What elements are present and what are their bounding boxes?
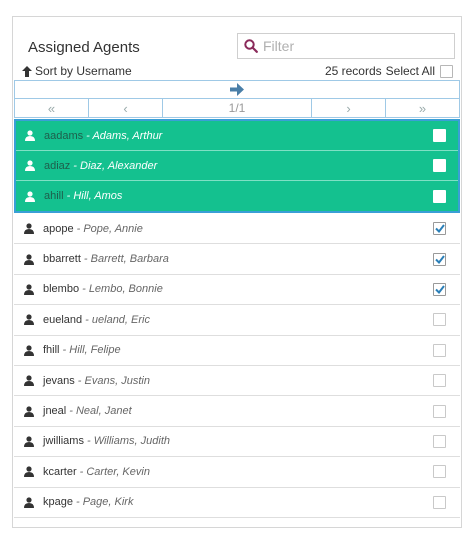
agent-checkbox[interactable]: [433, 282, 446, 296]
agent-username: eueland: [43, 313, 83, 326]
agent-full-name: - Adams, Arthur: [86, 129, 163, 142]
user-icon: [25, 160, 35, 171]
user-icon: [24, 223, 34, 235]
last-page-button[interactable]: »: [386, 99, 459, 117]
agent-username: adiaz: [44, 159, 71, 172]
agent-username: kcarter: [43, 465, 77, 478]
agent-username: bbarrett: [43, 253, 81, 266]
selected-agent-row[interactable]: aadams - Adams, Arthur: [16, 121, 458, 151]
arrow-right-icon: [230, 83, 244, 96]
search-icon: [244, 39, 258, 53]
agent-full-name: - Evans, Justin: [77, 374, 150, 387]
user-icon: [24, 345, 34, 356]
agent-username: jneal: [43, 405, 67, 418]
agent-checkbox[interactable]: [433, 189, 446, 203]
agent-username: fhill: [43, 344, 60, 357]
selected-agent-row[interactable]: ahill - Hill, Amos: [16, 181, 458, 211]
user-icon: [24, 284, 34, 295]
pager: « ‹ 1/1 › »: [14, 99, 460, 118]
user-icon: [24, 466, 34, 478]
agent-full-name: - Barrett, Barbara: [83, 253, 169, 266]
first-page-button[interactable]: «: [15, 99, 89, 117]
agent-username: jevans: [43, 374, 75, 387]
filter-input[interactable]: [263, 38, 443, 54]
agent-checkbox[interactable]: [433, 313, 446, 327]
agent-username: aadams: [44, 129, 84, 142]
next-page-button[interactable]: ›: [312, 99, 386, 117]
prev-page-button[interactable]: ‹: [89, 99, 163, 117]
agent-full-name: - Neal, Janet: [69, 405, 132, 418]
agent-full-name: - Carter, Kevin: [79, 465, 150, 478]
check-icon: [434, 254, 445, 264]
user-icon: [24, 405, 34, 417]
agent-full-name: - Page, Kirk: [75, 496, 134, 509]
agent-row[interactable]: kpage - Page, Kirk: [14, 488, 460, 518]
agent-row[interactable]: blembo - Lembo, Bonnie: [14, 275, 460, 306]
check-icon: [434, 285, 445, 294]
arrow-up-icon: [22, 65, 32, 77]
panel-title: Assigned Agents: [28, 39, 140, 56]
agent-username: jwilliams: [43, 435, 84, 448]
agent-checkbox[interactable]: [433, 252, 446, 266]
agent-full-name: - Hill, Felipe: [62, 344, 121, 357]
records-bar: 25 records Select All: [325, 64, 453, 78]
agent-checkbox[interactable]: [433, 465, 446, 479]
agent-checkbox[interactable]: [433, 404, 446, 418]
move-selected-button[interactable]: [14, 80, 460, 99]
user-icon: [24, 314, 34, 326]
user-icon: [24, 436, 34, 447]
agent-checkbox[interactable]: [433, 374, 446, 388]
agent-checkbox[interactable]: [433, 343, 446, 357]
agent-row[interactable]: eueland - ueland, Eric: [14, 305, 460, 336]
agent-checkbox[interactable]: [433, 434, 446, 448]
selected-agents-group: aadams - Adams, Arthur adiaz - Diaz, Ale…: [14, 119, 460, 213]
agent-full-name: - ueland, Eric: [85, 313, 150, 326]
agent-row[interactable]: jevans - Evans, Justin: [14, 366, 460, 397]
agent-row[interactable]: kcarter - Carter, Kevin: [14, 457, 460, 488]
agent-row[interactable]: apope - Pope, Annie: [14, 214, 460, 245]
select-all-label: Select All: [385, 64, 435, 78]
agent-row[interactable]: bbarrett - Barrett, Barbara: [14, 244, 460, 275]
selected-agent-row[interactable]: adiaz - Diaz, Alexander: [16, 151, 458, 181]
agent-row[interactable]: fhill - Hill, Felipe: [14, 336, 460, 366]
user-icon: [24, 375, 34, 387]
check-icon: [434, 224, 445, 234]
user-icon: [24, 253, 34, 265]
assigned-agents-panel: Assigned Agents Sort by Username 25 reco…: [12, 16, 462, 528]
agent-full-name: - Williams, Judith: [86, 435, 170, 448]
agent-row[interactable]: jwilliams - Williams, Judith: [14, 427, 460, 458]
sort-by-username-button[interactable]: Sort by Username: [22, 64, 132, 78]
agent-checkbox[interactable]: [433, 495, 446, 509]
filter-box[interactable]: [237, 33, 455, 59]
agent-list: apope - Pope, Annie bbarrett - Barrett, …: [14, 214, 460, 518]
agent-row[interactable]: jneal - Neal, Janet: [14, 396, 460, 427]
agent-username: blembo: [43, 283, 80, 296]
agent-full-name: - Lembo, Bonnie: [82, 283, 163, 296]
agent-checkbox[interactable]: [433, 159, 446, 172]
agent-username: kpage: [43, 496, 73, 509]
page-indicator: 1/1: [163, 99, 312, 117]
agent-full-name: - Hill, Amos: [66, 190, 123, 202]
agent-checkbox[interactable]: [433, 222, 446, 236]
agent-username: ahill: [44, 190, 64, 202]
sort-label: Sort by Username: [35, 64, 132, 78]
agent-full-name: - Pope, Annie: [76, 222, 143, 235]
user-icon: [24, 497, 34, 508]
agent-username: apope: [43, 222, 74, 235]
user-icon: [25, 130, 35, 141]
agent-checkbox[interactable]: [433, 129, 446, 142]
record-count: 25 records: [324, 64, 382, 78]
agent-full-name: - Diaz, Alexander: [73, 159, 158, 172]
user-icon: [25, 190, 35, 202]
select-all-checkbox[interactable]: [440, 64, 453, 78]
